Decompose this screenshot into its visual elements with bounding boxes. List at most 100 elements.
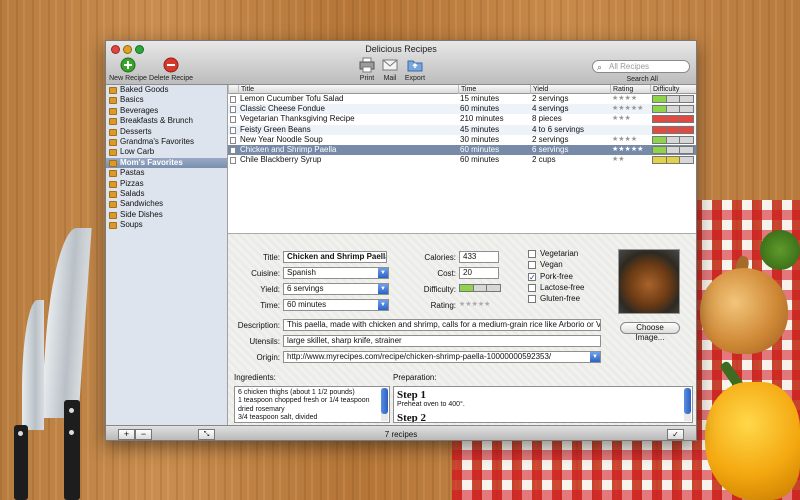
category-label: Desserts (120, 126, 152, 136)
category-item[interactable]: Pizzas (106, 179, 227, 189)
delete-recipe-button[interactable]: Delete Recipe (148, 57, 194, 82)
folder-icon (109, 97, 117, 105)
choose-image-button[interactable]: Choose Image... (620, 322, 680, 342)
calories-field[interactable]: 433 (459, 251, 499, 263)
column-yield[interactable]: Yield (530, 85, 610, 94)
category-item[interactable]: Basics (106, 95, 227, 105)
checkbox-box[interactable] (528, 295, 536, 304)
document-icon (230, 126, 236, 134)
ingredients-textarea[interactable]: 6 chicken thighs (about 1 1/2 pounds) 1 t… (234, 386, 390, 423)
folder-icon (109, 159, 117, 167)
checkbox-lactose-free[interactable]: Lactose-free (528, 283, 584, 293)
titlebar: Delicious Recipes New Recipe Delete Reci… (106, 41, 696, 85)
yield-select[interactable]: 6 servings ▼ (283, 283, 389, 295)
column-time[interactable]: Time (458, 85, 530, 94)
checkbox-box[interactable]: ✓ (528, 272, 536, 281)
table-row[interactable]: Feisty Green Beans 45 minutes 4 to 6 servi… (228, 124, 696, 135)
cuisine-select[interactable]: Spanish ▼ (283, 267, 389, 279)
cell-time: 30 minutes (460, 134, 500, 144)
category-item[interactable]: Low Carb (106, 147, 227, 157)
category-item[interactable]: Pastas (106, 168, 227, 178)
column-difficulty[interactable]: Difficulty (650, 85, 696, 94)
ingredients-scroll-thumb[interactable] (381, 388, 388, 414)
preparation-textarea[interactable]: Step 1Preheat oven to 400°.Step 2Sprinkl… (393, 386, 693, 423)
checkbox-box[interactable] (528, 283, 536, 292)
app-window: Delicious Recipes New Recipe Delete Reci… (105, 40, 697, 441)
cell-time: 60 minutes (460, 144, 500, 154)
checkbox-vegetarian[interactable]: Vegetarian (528, 249, 578, 259)
cell-title: Feisty Green Beans (240, 124, 311, 134)
new-recipe-button[interactable]: New Recipe (108, 57, 148, 82)
utensils-label: Utensils: (249, 337, 280, 346)
bottom-bar: + − ⤡ 7 recipes ✓ (106, 425, 696, 440)
search-field[interactable]: ⌕ All Recipes (592, 60, 690, 73)
category-item[interactable]: Beverages (106, 106, 227, 116)
column-title[interactable]: Title (238, 85, 458, 94)
category-item[interactable]: Sandwiches (106, 199, 227, 209)
cell-title: New Year Noodle Soup (240, 134, 323, 144)
checkmark-icon[interactable]: ✓ (667, 429, 684, 440)
category-item[interactable]: Desserts (106, 127, 227, 137)
folder-icon (109, 149, 117, 157)
category-item[interactable]: Breakfasts & Brunch (106, 116, 227, 126)
category-label: Baked Goods (120, 85, 169, 94)
plus-icon (120, 57, 136, 73)
checkbox-label: Lactose-free (540, 282, 585, 292)
cell-rating: ★★ (612, 156, 625, 164)
preparation-scroll-thumb[interactable] (684, 388, 691, 414)
herb-garnish (760, 230, 800, 270)
checkbox-label: Pork-free (540, 271, 573, 281)
export-button[interactable]: Export (402, 57, 428, 82)
checkbox-box[interactable] (528, 250, 536, 258)
mail-button[interactable]: Mail (379, 57, 401, 82)
table-row[interactable]: Chile Blackberry Syrup 60 minutes 2 cups ★★ (228, 155, 696, 165)
document-icon (230, 96, 236, 103)
category-item[interactable]: Baked Goods (106, 85, 227, 95)
table-row[interactable]: Classic Cheese Fondue 60 minutes 4 serving… (228, 104, 696, 115)
checkbox-vegan[interactable]: Vegan (528, 260, 563, 270)
table-row[interactable]: Lemon Cucumber Tofu Salad 15 minutes 2 ser… (228, 94, 696, 104)
cell-difficulty (652, 125, 694, 134)
title-field[interactable]: Chicken and Shrimp Paella (283, 251, 387, 263)
checkbox-gluten-free[interactable]: Gluten-free (528, 294, 580, 304)
folder-icon (109, 222, 117, 230)
title-label: Title: (262, 253, 280, 262)
category-label: Sandwiches (120, 199, 164, 209)
print-label: Print (359, 75, 375, 82)
search-placeholder: All Recipes (609, 62, 650, 71)
search-label: Search All (626, 76, 658, 83)
checkbox-pork-free[interactable]: ✓ Pork-free (528, 272, 573, 282)
cell-title: Chicken and Shrimp Paella (240, 144, 337, 154)
document-icon (230, 106, 236, 114)
category-item[interactable]: Soups (106, 220, 227, 230)
cell-title: Vegetarian Thanksgiving Recipe (240, 114, 355, 124)
table-row[interactable]: Vegetarian Thanksgiving Recipe 210 minute… (228, 114, 696, 124)
category-item[interactable]: Mom's Favorites (106, 157, 227, 169)
minus-icon (163, 57, 179, 73)
column-rating[interactable]: Rating (610, 85, 650, 94)
rating-label: Rating: (430, 301, 456, 310)
table-row[interactable]: New Year Noodle Soup 30 minutes 2 servings… (228, 134, 696, 145)
difficulty-meter[interactable] (459, 284, 501, 292)
category-item[interactable]: Side Dishes (106, 210, 227, 220)
description-field[interactable]: This paella, made with chicken and shrim… (283, 319, 601, 331)
export-label: Export (404, 75, 426, 82)
folder-icon (109, 128, 117, 136)
export-icon (407, 57, 423, 73)
utensils-field[interactable]: large skillet, sharp knife, strainer (283, 335, 601, 347)
category-label: Grandma's Favorites (120, 136, 194, 146)
origin-field[interactable]: http://www.myrecipes.com/recipe/chicken-… (283, 351, 601, 363)
time-select[interactable]: 60 minutes ▼ (283, 299, 389, 311)
folder-icon (109, 118, 117, 126)
cost-field[interactable]: 20 (459, 267, 499, 279)
cell-title: Lemon Cucumber Tofu Salad (240, 94, 344, 103)
rating-stars[interactable]: ★★★★★ (459, 300, 490, 308)
category-item[interactable]: Salads (106, 189, 227, 199)
print-button[interactable]: Print (356, 57, 378, 82)
folder-icon (109, 87, 117, 94)
origin-label: Origin: (256, 353, 280, 362)
category-item[interactable]: Grandma's Favorites (106, 137, 227, 147)
checkbox-box[interactable] (528, 261, 536, 270)
cell-time: 210 minutes (460, 114, 504, 124)
table-row[interactable]: Chicken and Shrimp Paella 60 minutes 6 ser… (228, 144, 696, 156)
